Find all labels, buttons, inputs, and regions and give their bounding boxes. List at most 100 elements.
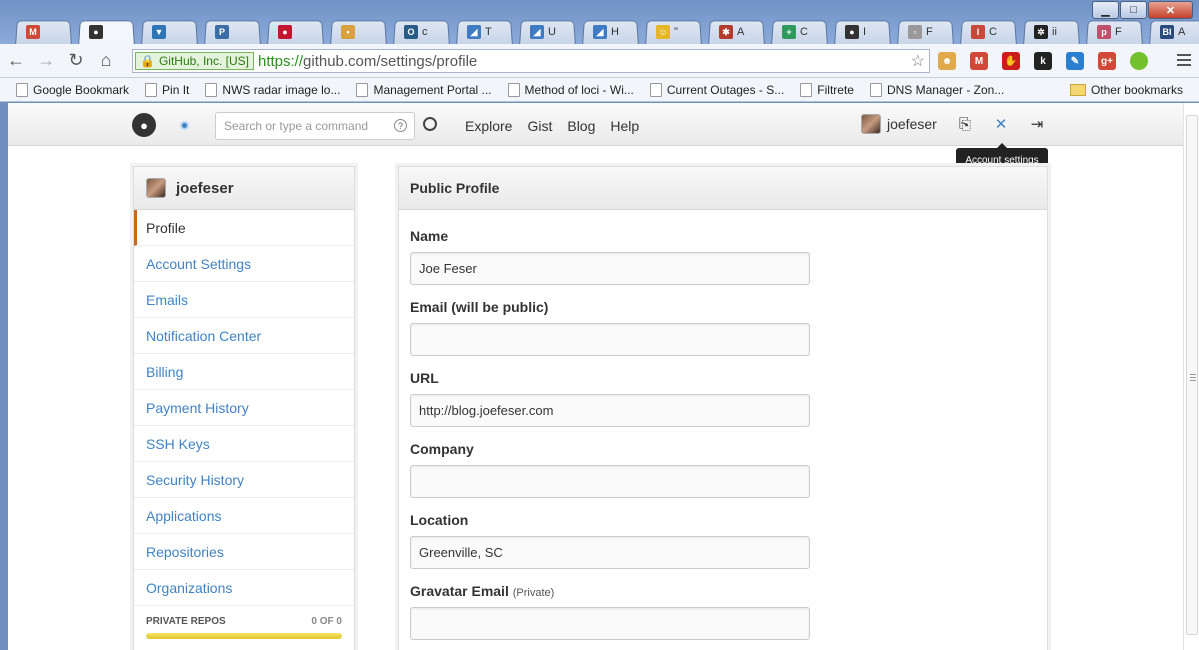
sidebar-item-applications[interactable]: Applications	[134, 498, 354, 534]
bookmark-item[interactable]: Pin It	[145, 82, 189, 97]
email-field[interactable]	[410, 323, 810, 356]
extension-icons: ☻ M ✋ k ✎ g+	[938, 52, 1162, 70]
sidebar-item-notification-center[interactable]: Notification Center	[134, 318, 354, 354]
bookmark-item[interactable]: Management Portal ...	[356, 82, 492, 97]
tab-title: T	[485, 26, 492, 38]
bookmark-page-icon	[205, 82, 218, 97]
browser-tab[interactable]: ▫ F	[894, 20, 957, 44]
bookmark-item[interactable]: Method of loci - Wi...	[507, 82, 634, 97]
reload-icon[interactable]: ↻	[62, 48, 90, 74]
maximize-button[interactable]: □	[1120, 1, 1147, 19]
browser-tab[interactable]: M	[12, 20, 75, 44]
home-icon[interactable]: ⌂	[92, 48, 120, 74]
browser-tab[interactable]: P	[201, 20, 264, 44]
browser-tab[interactable]: BI A	[1146, 20, 1199, 44]
nav-link-help[interactable]: Help	[610, 118, 639, 134]
header-user[interactable]: joefeser	[861, 114, 937, 134]
sidebar-item-billing[interactable]: Billing	[134, 354, 354, 390]
browser-tab[interactable]: ▼	[138, 20, 201, 44]
company-field[interactable]	[410, 465, 810, 498]
bookmark-item[interactable]: Current Outages - S...	[649, 82, 784, 97]
scrollbar-thumb[interactable]	[1186, 115, 1198, 635]
sidebar-item-profile[interactable]: Profile	[134, 210, 354, 246]
bookmark-item[interactable]: DNS Manager - Zon...	[869, 82, 1005, 97]
bookmark-item[interactable]: NWS radar image lo...	[205, 82, 340, 97]
avatar	[146, 178, 166, 198]
url-field[interactable]: http://blog.joefeser.com	[410, 394, 810, 427]
form-group: Email (will be public)	[410, 299, 1036, 356]
browser-tab[interactable]: ✱ A	[705, 20, 768, 44]
new-repo-icon[interactable]: ⎘	[956, 115, 974, 133]
browser-tab[interactable]: Oc	[390, 20, 453, 44]
vertical-scrollbar[interactable]	[1183, 103, 1199, 650]
settings-sidebar: joefeser Profile Account Settings Emails No…	[133, 166, 355, 650]
url-scheme: https://	[257, 52, 304, 70]
browser-tab[interactable]: ◢ T	[453, 20, 516, 44]
tab-title: H	[611, 26, 619, 38]
back-icon[interactable]: ←	[2, 48, 30, 74]
bookmark-star-icon[interactable]: ☆	[911, 51, 925, 71]
address-bar[interactable]: 🔒 GitHub, Inc. [US] https://github.com/s…	[132, 49, 930, 73]
gplus-icon[interactable]: g+	[1098, 52, 1116, 70]
search-help-icon[interactable]: ?	[394, 119, 407, 132]
browser-tab[interactable]: + C	[768, 20, 831, 44]
gravatar-email-field[interactable]	[410, 607, 810, 640]
browser-tab[interactable]: ● I	[831, 20, 894, 44]
forward-icon[interactable]: →	[32, 48, 60, 74]
browser-tab[interactable]: ✲ ii	[1020, 20, 1083, 44]
sign-out-icon[interactable]: ⇥	[1028, 115, 1046, 133]
bookmark-page-icon	[507, 82, 520, 97]
green-dot-icon[interactable]	[1130, 52, 1148, 70]
pen-icon[interactable]: ✎	[1066, 52, 1084, 70]
bookmark-item[interactable]: Filtrete	[800, 82, 854, 97]
top-nav: Explore Gist Blog Help	[465, 118, 654, 134]
nav-link-explore[interactable]: Explore	[465, 118, 512, 134]
url-path: github.com/settings/profile	[303, 52, 478, 70]
github-octocat-icon[interactable]: ●	[132, 113, 156, 137]
browser-tab[interactable]: ▪	[327, 20, 390, 44]
sidebar-item-payment-history[interactable]: Payment History	[134, 390, 354, 426]
nav-link-gist[interactable]: Gist	[527, 118, 552, 134]
close-window-button[interactable]: ✕	[1148, 1, 1193, 19]
asterisk-icon: ✲	[1034, 25, 1048, 39]
sidebar-item-emails[interactable]: Emails	[134, 282, 354, 318]
lock-icon: 🔒	[140, 54, 155, 68]
bookmark-label: Management Portal ...	[373, 82, 492, 97]
minimize-button[interactable]: ▁	[1092, 1, 1119, 19]
name-field[interactable]: Joe Feser	[410, 252, 810, 285]
search-input[interactable]: Search or type a command ?	[215, 112, 415, 140]
bookmarks-bar: Google Bookmark Pin It NWS radar image lo.…	[0, 78, 1199, 102]
sidebar-item-security-history[interactable]: Security History	[134, 462, 354, 498]
browser-tab[interactable]: IC	[957, 20, 1020, 44]
cat-icon[interactable]: ☻	[938, 52, 956, 70]
browser-tab[interactable]: ●	[264, 20, 327, 44]
account-settings-icon[interactable]: ✕	[992, 115, 1010, 133]
location-field[interactable]: Greenville, SC	[410, 536, 810, 569]
browser-tab[interactable]: ●	[75, 20, 138, 44]
sidebar-item-organizations[interactable]: Organizations	[134, 570, 354, 606]
other-bookmarks[interactable]: Other bookmarks	[1069, 83, 1183, 97]
browser-tab[interactable]: ☺ "	[642, 20, 705, 44]
search-placeholder: Search or type a command	[224, 119, 369, 133]
url-text[interactable]: https://github.com/settings/profile	[258, 53, 477, 70]
tab-title: ii	[1052, 26, 1057, 38]
command-bar-icon[interactable]	[423, 117, 437, 131]
stop-icon[interactable]: ✋	[1002, 52, 1020, 70]
sidebar-item-ssh-keys[interactable]: SSH Keys	[134, 426, 354, 462]
k-icon[interactable]: k	[1034, 52, 1052, 70]
notifications-icon[interactable]	[180, 121, 189, 130]
browser-tab[interactable]: ◢ U	[516, 20, 579, 44]
browser-tab[interactable]: ◢ H	[579, 20, 642, 44]
bookmark-item[interactable]: Google Bookmark	[16, 82, 129, 97]
field-label-text: Location	[410, 512, 469, 528]
azure-icon: ◢	[467, 25, 481, 39]
bookmark-label: DNS Manager - Zon...	[886, 82, 1005, 97]
form-group: Company	[410, 441, 1036, 498]
browser-tab[interactable]: pF	[1083, 20, 1146, 44]
sidebar-item-repositories[interactable]: Repositories	[134, 534, 354, 570]
nav-link-blog[interactable]: Blog	[567, 118, 595, 134]
sidebar-item-account-settings[interactable]: Account Settings	[134, 246, 354, 282]
chrome-menu-icon[interactable]	[1177, 54, 1191, 69]
ev-certificate-badge[interactable]: 🔒 GitHub, Inc. [US]	[135, 52, 254, 70]
gmail-icon[interactable]: M	[970, 52, 988, 70]
